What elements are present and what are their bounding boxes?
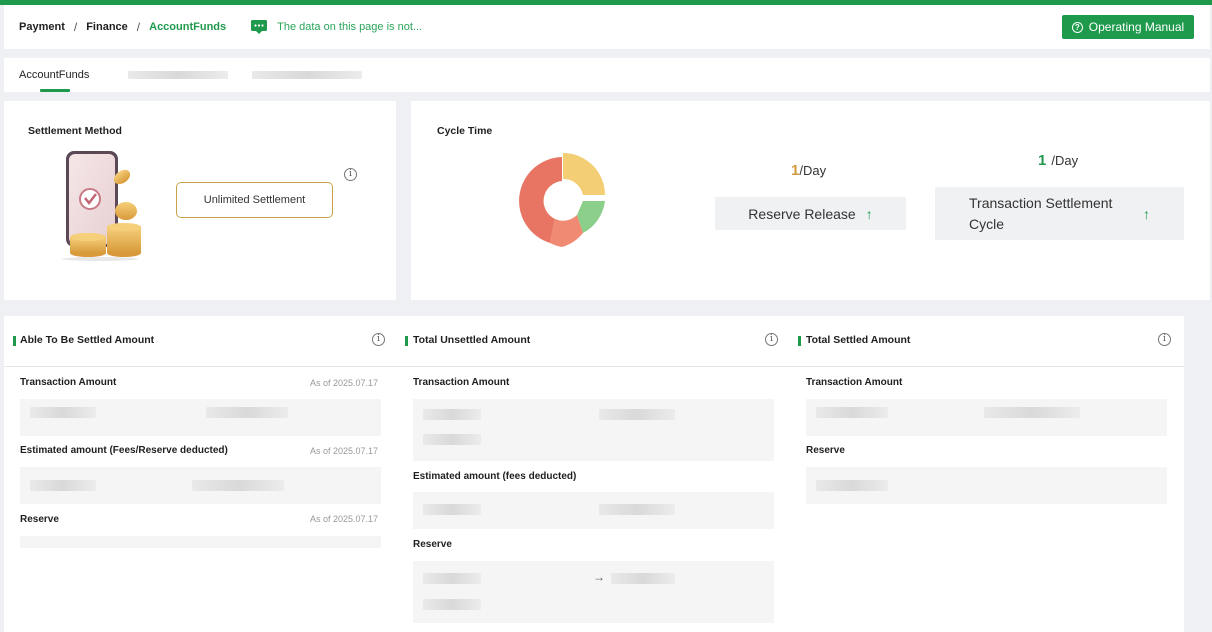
notice-text[interactable]: The data on this page is not... — [277, 21, 422, 33]
total-unsettled-title: Total Unsettled Amount — [413, 334, 531, 346]
redacted-value — [423, 409, 481, 420]
cycle-time-card: Cycle Time 1/Day Reserve Release ↑ 1/Day… — [411, 101, 1210, 300]
transaction-amount-box — [20, 399, 381, 436]
redacted-value — [423, 599, 481, 610]
redacted-value — [599, 409, 675, 420]
arrow-right-icon: → — [593, 570, 605, 584]
settlement-method-title: Settlement Method — [28, 125, 122, 137]
redacted-value — [30, 407, 96, 418]
reserve-release-label: Reserve Release — [748, 205, 856, 222]
reserve-label: Reserve — [413, 539, 452, 550]
tab-accountfunds[interactable]: AccountFunds — [19, 69, 89, 81]
estimated-amount-box — [413, 492, 774, 529]
breadcrumb-separator: / — [136, 20, 141, 34]
redacted-value — [423, 434, 481, 445]
arrow-up-icon: ↑ — [865, 205, 873, 222]
arrow-up-icon: ↑ — [1143, 205, 1150, 222]
total-settled-title: Total Settled Amount — [806, 334, 911, 346]
estimated-amount-label: Estimated amount (Fees/Reserve deducted) — [20, 445, 228, 456]
reserve-label: Reserve — [20, 514, 59, 525]
redacted-value — [816, 407, 888, 418]
redacted-value — [30, 480, 96, 491]
info-icon[interactable]: i — [372, 333, 385, 346]
redacted-value — [599, 504, 675, 515]
cycle-time-title: Cycle Time — [437, 125, 493, 137]
operating-manual-button[interactable]: ? Operating Manual — [1062, 15, 1194, 39]
settlement-method-card: Settlement Method Unlimited Settlement i — [4, 101, 396, 300]
redacted-value — [206, 407, 288, 418]
breadcrumb-accountfunds: AccountFunds — [149, 21, 227, 33]
as-of-date: As of 2025.07.17 — [310, 446, 379, 456]
redacted-value — [611, 573, 675, 584]
redacted-value — [984, 407, 1080, 418]
page-header: Payment / Finance / AccountFunds The dat… — [4, 5, 1210, 49]
reserve-release-button[interactable]: Reserve Release ↑ — [715, 197, 906, 230]
active-tab-indicator — [40, 89, 70, 92]
tab-redacted[interactable] — [128, 71, 228, 79]
breadcrumb-separator: / — [73, 20, 78, 34]
redacted-value — [423, 504, 481, 515]
transaction-cycle-value: 1/Day — [1038, 152, 1079, 169]
question-icon: ? — [1071, 21, 1083, 33]
transaction-amount-label: Transaction Amount — [413, 377, 510, 388]
as-of-date: As of 2025.07.17 — [310, 378, 379, 388]
info-icon[interactable]: i — [765, 333, 778, 346]
reserve-release-value: 1/Day — [791, 162, 827, 179]
section-divider — [4, 366, 1184, 367]
reserve-box — [20, 536, 381, 548]
info-icon[interactable]: i — [1158, 333, 1171, 346]
estimated-amount-box — [20, 467, 381, 504]
redacted-value — [423, 573, 481, 584]
section-marker — [798, 336, 801, 346]
message-icon — [250, 19, 268, 35]
breadcrumb-finance[interactable]: Finance — [86, 21, 128, 33]
unlimited-settlement-button[interactable]: Unlimited Settlement — [176, 182, 333, 218]
transaction-settlement-cycle-button[interactable]: Transaction Settlement Cycle ↑ — [935, 187, 1184, 240]
transaction-amount-label: Transaction Amount — [20, 377, 117, 388]
operating-manual-label: Operating Manual — [1088, 20, 1185, 34]
reserve-box: → — [413, 561, 774, 623]
redacted-value — [816, 480, 888, 491]
reserve-label: Reserve — [806, 445, 845, 456]
transaction-amount-box — [413, 399, 774, 461]
reserve-box — [806, 467, 1167, 504]
tab-bar: AccountFunds — [4, 58, 1210, 92]
transaction-amount-box — [806, 399, 1167, 436]
breadcrumb-payment[interactable]: Payment — [19, 21, 65, 33]
able-to-be-settled-title: Able To Be Settled Amount — [20, 334, 155, 346]
phone-coins-illustration — [60, 149, 160, 261]
estimated-amount-label: Estimated amount (fees deducted) — [413, 471, 577, 482]
info-icon[interactable]: i — [344, 168, 357, 181]
redacted-value — [192, 480, 284, 491]
transaction-settlement-cycle-label: Transaction Settlement Cycle — [969, 194, 1113, 232]
amounts-panel: Able To Be Settled Amount i Transaction … — [4, 316, 1184, 632]
cycle-pie-illustration — [517, 151, 607, 247]
as-of-date: As of 2025.07.17 — [310, 514, 379, 524]
transaction-amount-label: Transaction Amount — [806, 377, 903, 388]
section-marker — [405, 336, 408, 346]
tab-redacted[interactable] — [252, 71, 362, 79]
section-marker — [13, 336, 16, 346]
